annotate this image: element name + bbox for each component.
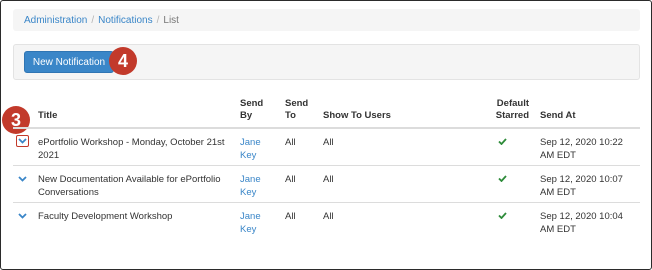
column-header-show-to-users[interactable]: Show To Users: [323, 110, 423, 122]
row-send-to: All: [285, 211, 296, 222]
breadcrumb: Administration / Notifications / List: [13, 9, 640, 31]
row-title: Faculty Development Workshop: [38, 211, 173, 222]
row-send-at: Sep 12, 2020 10:22 AM EDT: [540, 137, 623, 161]
check-icon: [498, 211, 507, 222]
check-icon: [498, 174, 507, 185]
row-send-by-link[interactable]: Jane Key: [240, 173, 274, 199]
new-notification-button[interactable]: New Notification: [24, 51, 114, 73]
expand-chevron-icon[interactable]: [17, 174, 28, 184]
column-header-title[interactable]: Title: [38, 110, 228, 122]
toolbar: New Notification: [13, 44, 640, 80]
callout-badge-4: 4: [109, 47, 137, 75]
table-row: New Documentation Available for ePortfol…: [13, 166, 640, 203]
breadcrumb-notifications-link[interactable]: Notifications: [98, 15, 152, 26]
row-send-to: All: [285, 174, 296, 185]
breadcrumb-separator: /: [156, 14, 160, 26]
column-header-send-to[interactable]: Send To: [285, 98, 315, 122]
notifications-table: Title Send By Send To Show To Users Defa…: [13, 96, 640, 240]
row-send-by-link[interactable]: Jane Key: [240, 136, 274, 162]
column-header-send-at[interactable]: Send At: [540, 110, 635, 122]
row-show-to-users: All: [323, 211, 334, 222]
column-header-default-starred[interactable]: Default Starred: [483, 98, 529, 122]
table-row: Faculty Development Workshop Jane Key Al…: [13, 203, 640, 240]
check-icon: [498, 137, 507, 148]
row-show-to-users: All: [323, 174, 334, 185]
row-title: New Documentation Available for ePortfol…: [38, 174, 221, 198]
row-send-at: Sep 12, 2020 10:04 AM EDT: [540, 211, 623, 235]
row-send-to: All: [285, 137, 296, 148]
table-header: Title Send By Send To Show To Users Defa…: [13, 96, 640, 129]
breadcrumb-current: List: [163, 14, 179, 26]
row-send-at: Sep 12, 2020 10:07 AM EDT: [540, 174, 623, 198]
row-title: ePortfolio Workshop - Monday, October 21…: [38, 137, 225, 161]
row-show-to-users: All: [323, 137, 334, 148]
expand-chevron-icon[interactable]: [16, 135, 29, 147]
breadcrumb-separator: /: [91, 14, 95, 26]
column-header-send-by[interactable]: Send By: [240, 98, 274, 122]
breadcrumb-administration-link[interactable]: Administration: [24, 15, 87, 26]
row-send-by-link[interactable]: Jane Key: [240, 210, 274, 236]
expand-chevron-icon[interactable]: [17, 211, 28, 221]
table-row: ePortfolio Workshop - Monday, October 21…: [13, 129, 640, 166]
